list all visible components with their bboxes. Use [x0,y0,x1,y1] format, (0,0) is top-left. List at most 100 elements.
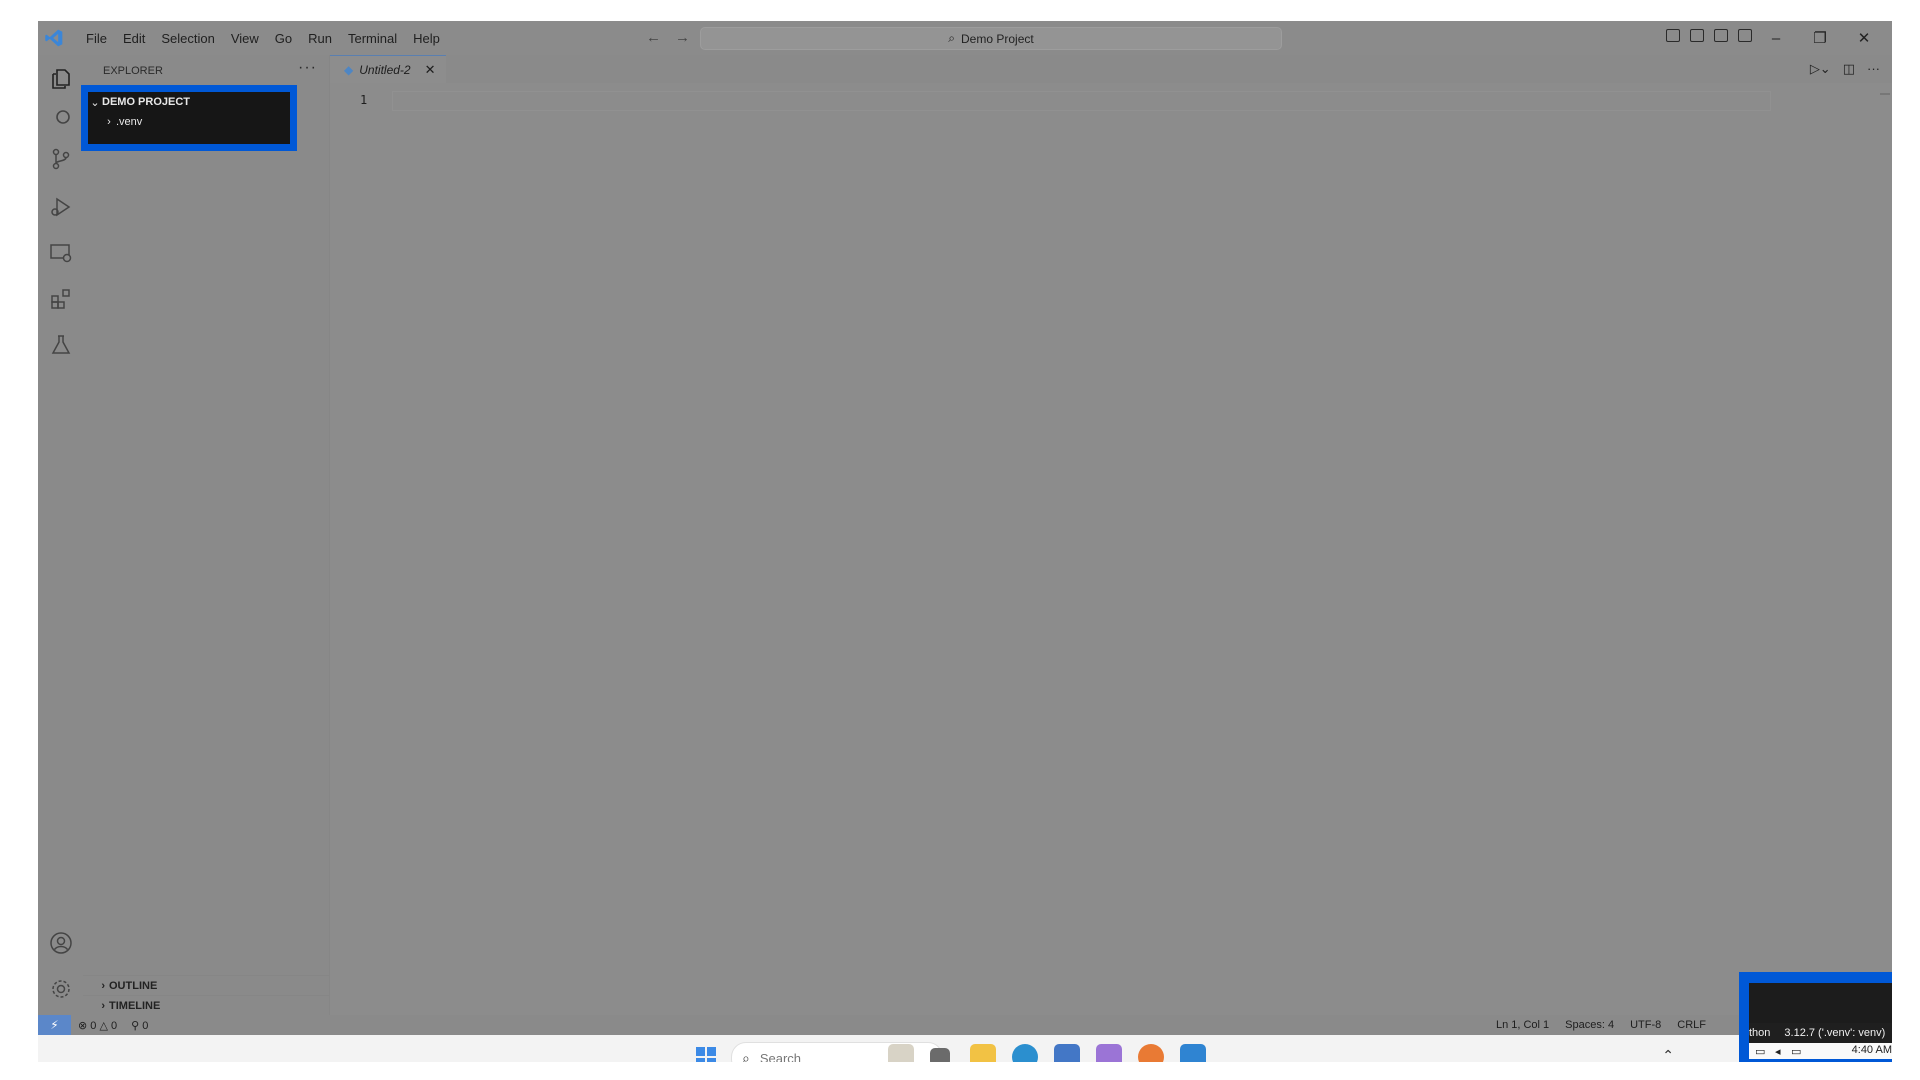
source-control-icon[interactable] [49,147,73,171]
run-and-debug-icon[interactable] [49,195,73,219]
toggle-panel-icon[interactable] [1690,29,1704,42]
edge-browser-icon[interactable] [1012,1044,1038,1062]
project-folder-label: DEMO PROJECT [102,96,191,108]
run-python-file-icon[interactable]: ▷⌄ [1810,61,1831,77]
tree-item-venv[interactable]: › .venv [102,112,142,132]
line-number: 1 [360,93,368,107]
visual-studio-icon[interactable] [1096,1044,1122,1062]
menu-run[interactable]: Run [300,31,340,46]
cursor-position[interactable]: Ln 1, Col 1 [1496,1019,1549,1031]
menu-help[interactable]: Help [405,31,448,46]
close-icon[interactable]: ✕ [1842,29,1886,47]
settings-gear-icon[interactable] [49,977,73,1001]
editor-actions: ▷⌄ ◫ ··· [1810,61,1880,77]
ports-indicator[interactable]: ⚲ 0 [131,1019,148,1032]
tree-item-label: .venv [116,116,143,128]
timeline-section[interactable]: › TIMELINE [83,995,329,1016]
chevron-right-icon: › [101,1000,105,1012]
toggle-primary-sidebar-icon[interactable] [1666,29,1680,42]
current-line-highlight [392,91,1771,111]
widgets-icon[interactable] [888,1044,914,1062]
explorer-icon[interactable] [49,67,73,91]
back-arrow-icon[interactable]: ← [646,29,661,46]
menu-terminal[interactable]: Terminal [340,31,405,46]
show-hidden-icons-icon[interactable]: ⌃ [1662,1047,1674,1062]
vscode-logo-icon [45,29,63,47]
tray-battery-icon[interactable]: ▭ [1791,1045,1801,1058]
minimize-icon[interactable]: – [1754,30,1798,47]
highlight-blank-area [1749,983,1892,1025]
extensions-icon[interactable] [49,287,73,311]
ubuntu-icon[interactable] [1138,1044,1164,1062]
python-interpreter-indicator[interactable]: thon 3.12.7 ('.venv': venv) ⟳ [1749,1023,1892,1043]
scrollbar-marker [1880,93,1890,95]
search-icon: ⌕ [742,1049,750,1063]
timeline-label: TIMELINE [109,1000,161,1012]
split-editor-icon[interactable]: ◫ [1843,61,1855,77]
outline-label: OUTLINE [109,980,158,992]
restore-icon[interactable]: ❐ [1798,29,1842,47]
system-tray: ▭ ◂ ▭ 4:40 AM ● [1749,1043,1892,1059]
customize-layout-icon[interactable] [1738,29,1752,42]
code-editor[interactable]: 1 [330,83,1892,1015]
chevron-down-icon: ⌄ [90,96,100,109]
indentation[interactable]: Spaces: 4 [1565,1019,1614,1031]
menu-edit[interactable]: Edit [115,31,153,46]
title-bar: File Edit Selection View Go Run Terminal… [38,21,1892,55]
window-controls: – ❐ ✕ [1754,21,1886,55]
activity-bar [38,55,83,1015]
search-view-icon[interactable] [49,107,73,131]
highlight-inner: thon 3.12.7 ('.venv': venv) ⟳ ▭ ◂ ▭ 4:40… [1749,983,1892,1059]
file-encoding[interactable]: UTF-8 [1630,1019,1661,1031]
remote-explorer-icon[interactable] [49,241,73,265]
explorer-more-actions-icon[interactable]: ··· [298,59,317,77]
menu-view[interactable]: View [223,31,267,46]
clock-time[interactable]: 4:40 AM [1852,1044,1892,1056]
highlight-box-explorer: ⌄ DEMO PROJECT › .venv [81,85,297,151]
command-center-search[interactable]: ⌕ Demo Project [700,27,1282,50]
tab-untitled-2[interactable]: ◆ Untitled-2 ✕ [330,55,446,84]
warning-count: 0 [111,1019,118,1032]
explorer-sidebar: EXPLORER ··· ⌄ DEMO PROJECT › .venv › OU… [81,55,330,1016]
chevron-right-icon: › [101,980,105,992]
problems-indicator[interactable]: ⊗ 0 △ 0 [78,1019,117,1032]
tray-volume-icon[interactable]: ◂ [1775,1045,1781,1058]
remote-indicator-icon[interactable]: ⚡ [38,1015,71,1035]
interpreter-label-partial: thon [1749,1027,1771,1039]
testing-flask-icon[interactable] [49,333,73,357]
desktop-screen: File Edit Selection View Go Run Terminal… [38,21,1892,1062]
accounts-icon[interactable] [49,931,73,955]
explorer-header: EXPLORER [103,65,163,77]
error-count: 0 [90,1019,97,1032]
microsoft-store-icon[interactable] [1054,1044,1080,1062]
taskbar-search-placeholder: Search [759,1050,802,1063]
editor-tabs: ◆ Untitled-2 ✕ ▷⌄ ◫ ··· [330,55,1892,84]
menu-file[interactable]: File [78,31,115,46]
task-view-icon[interactable] [930,1048,950,1062]
status-bar: ⚡ ⊗ 0 △ 0 ⚲ 0 Ln 1, Col 1 Spaces: 4 UTF-… [38,1015,1892,1035]
ports-icon: ⚲ [131,1019,140,1032]
error-icon: ⊗ [78,1019,88,1032]
end-of-line[interactable]: CRLF [1677,1019,1706,1031]
file-type-icon: ◆ [344,63,354,77]
tray-network-icon[interactable]: ▭ [1755,1045,1765,1058]
outline-section[interactable]: › OUTLINE [83,975,329,996]
file-explorer-icon[interactable] [970,1044,996,1062]
navigation-arrows: ← → [646,29,690,46]
close-tab-icon[interactable]: ✕ [425,62,436,78]
search-icon: ⌕ [948,31,956,45]
warning-icon: △ [99,1019,108,1032]
menu-bar: File Edit Selection View Go Run Terminal… [78,21,448,55]
tab-label: Untitled-2 [359,63,411,77]
status-right: Ln 1, Col 1 Spaces: 4 UTF-8 CRLF [1496,1015,1706,1035]
toggle-secondary-sidebar-icon[interactable] [1714,29,1728,42]
menu-go[interactable]: Go [267,31,300,46]
windows-start-icon[interactable] [696,1047,716,1062]
chevron-right-icon: › [107,116,111,128]
forward-arrow-icon[interactable]: → [675,29,690,46]
highlight-box-status-tray: thon 3.12.7 ('.venv': venv) ⟳ ▭ ◂ ▭ 4:40… [1739,972,1892,1062]
vscode-taskbar-icon[interactable] [1180,1044,1206,1062]
project-folder-row[interactable]: ⌄ DEMO PROJECT [88,92,190,112]
menu-selection[interactable]: Selection [153,31,222,46]
more-actions-icon[interactable]: ··· [1867,61,1880,77]
